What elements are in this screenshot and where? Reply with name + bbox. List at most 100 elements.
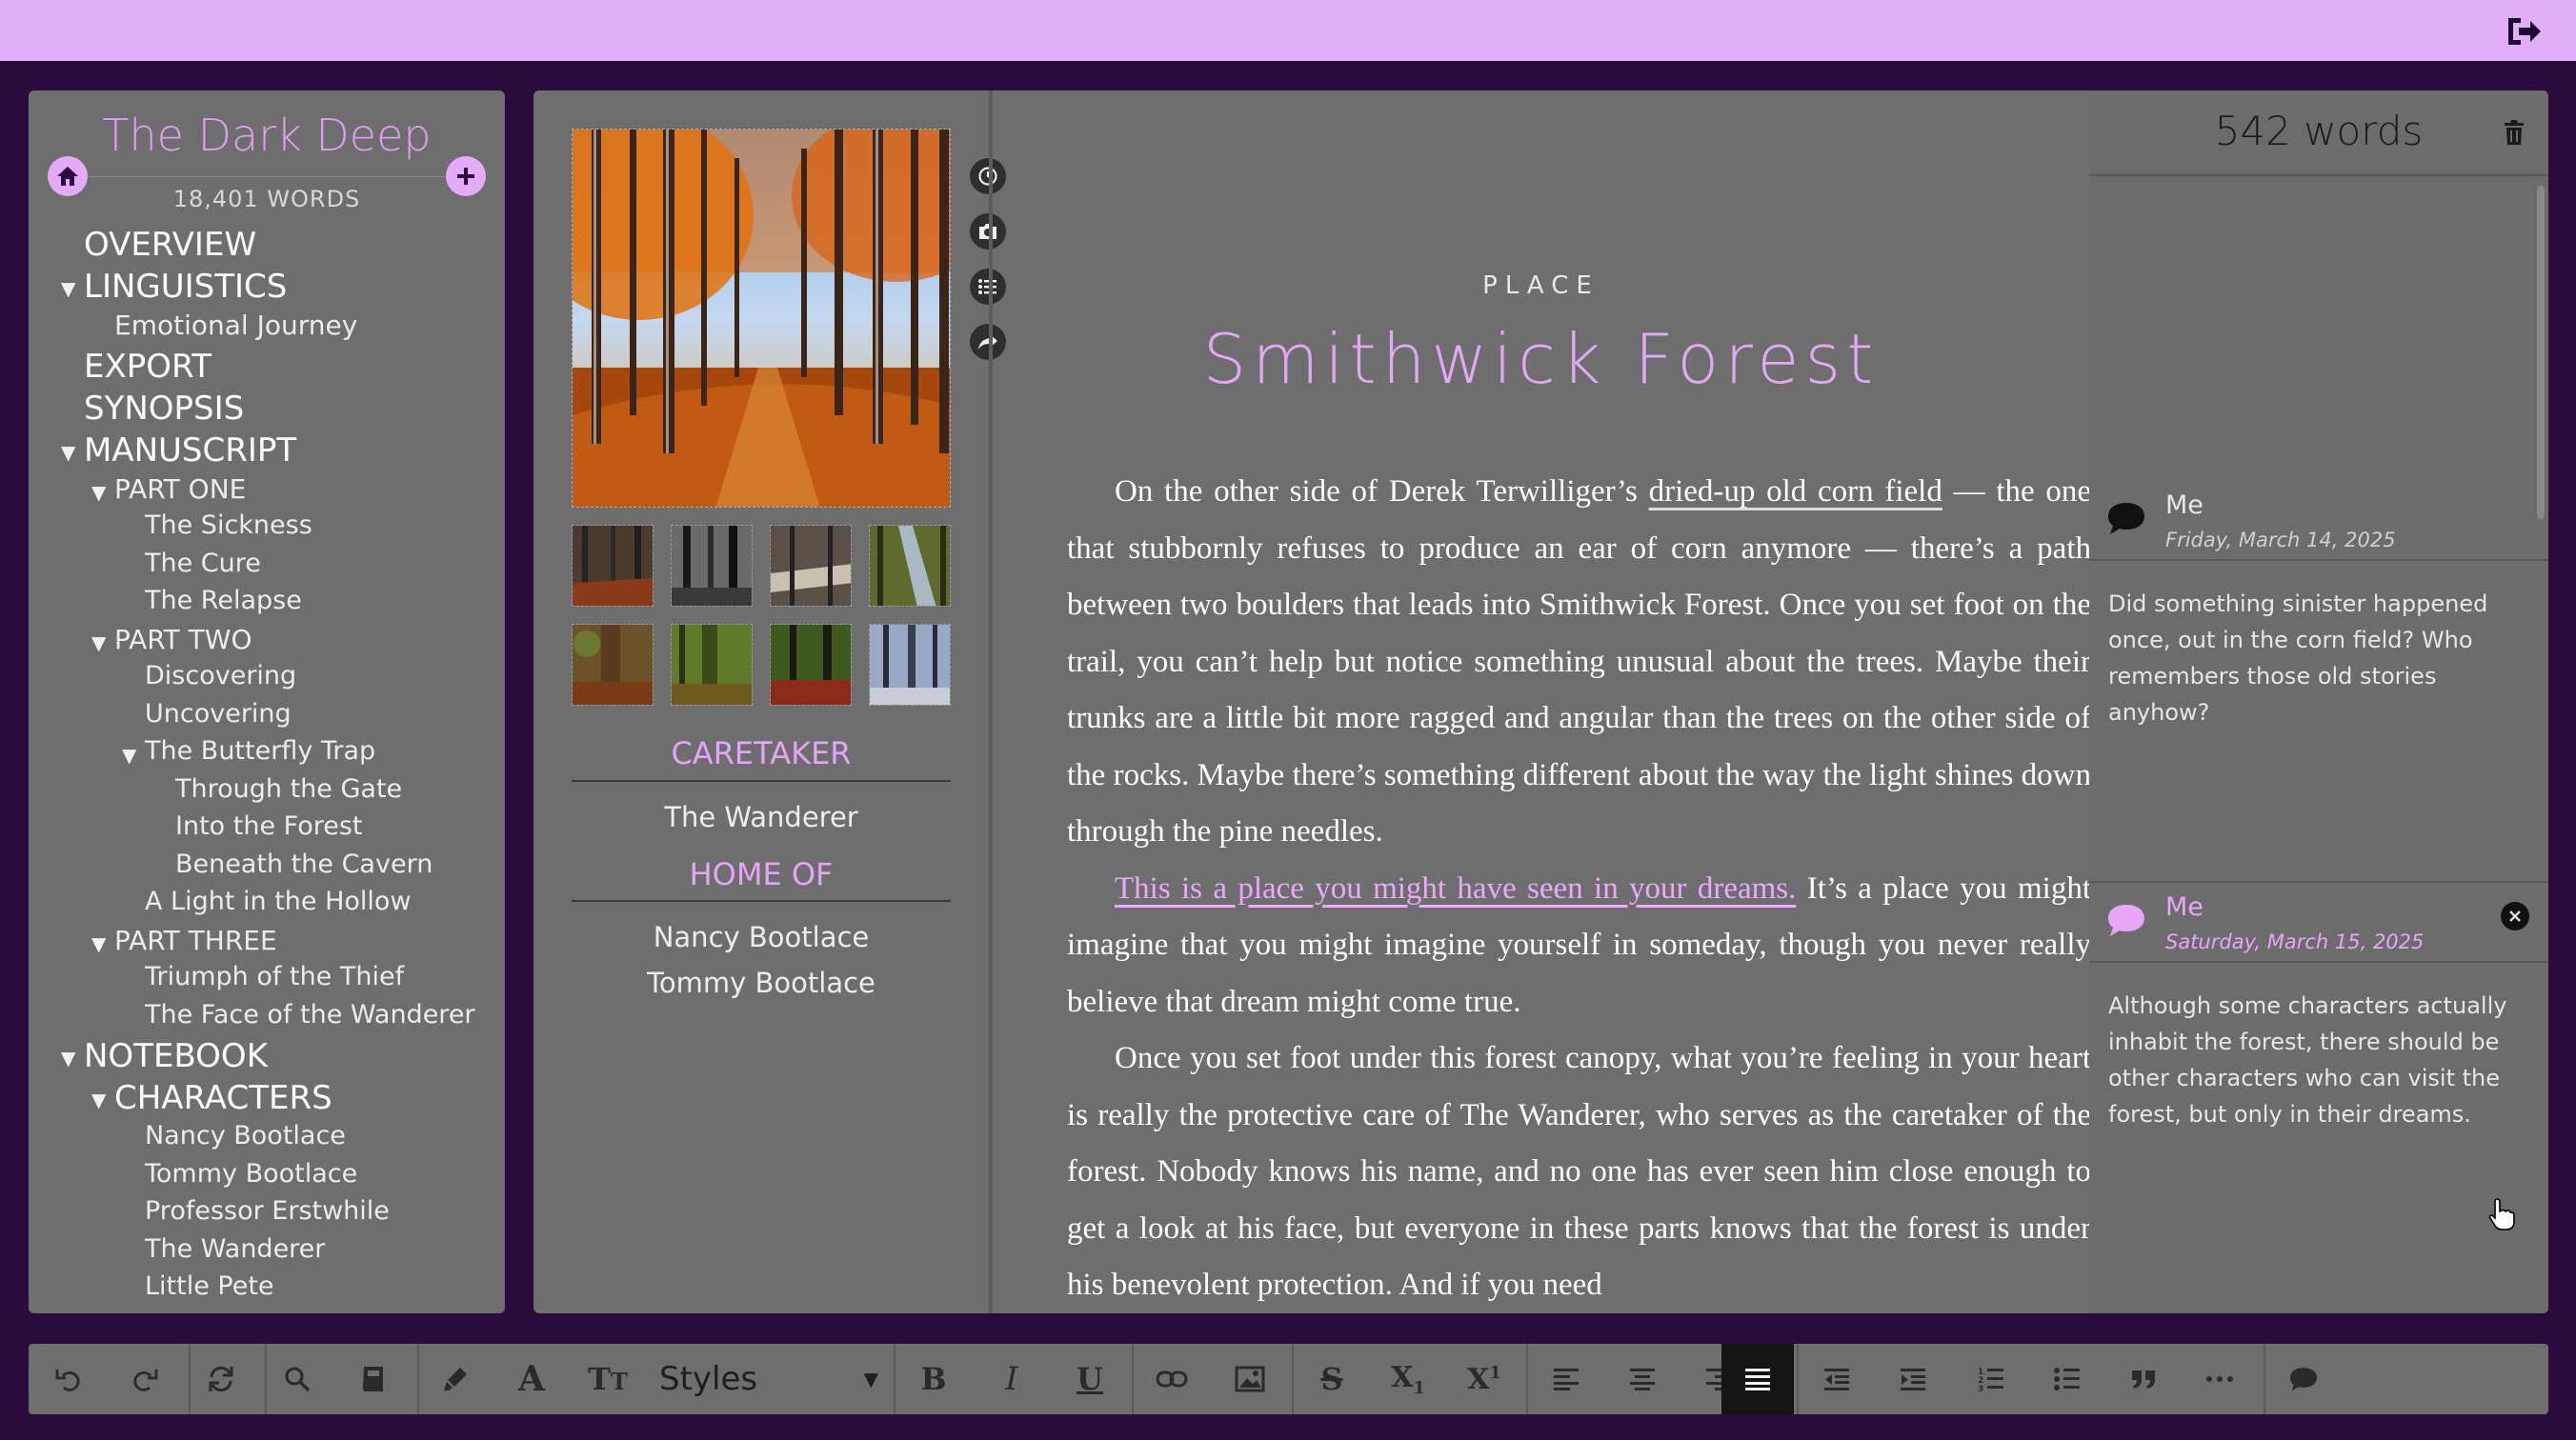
thumbnail-image[interactable] [671,525,753,607]
search-button[interactable] [269,1344,326,1414]
comment-button[interactable] [2267,1344,2340,1414]
tree-item[interactable]: ▼ LINGUISTICS [61,268,287,306]
tree-item[interactable]: ▼ MANUSCRIPT [61,431,296,470]
tree-item[interactable]: Little Pete [145,1271,274,1301]
underline-button[interactable]: U [1054,1344,1126,1414]
styles-dropdown[interactable]: Styles ▼ [650,1344,894,1414]
thumbnail-image[interactable] [869,624,951,706]
paragraph[interactable]: Once you set foot under this forest cano… [1067,1030,2091,1313]
close-icon[interactable] [2501,902,2529,930]
thumbnail-image[interactable] [869,525,951,607]
share-button[interactable] [970,324,1006,360]
blockquote-button[interactable] [2107,1344,2180,1414]
document-title[interactable]: Smithwick Forest [1029,319,2053,399]
expand-triangle-icon[interactable]: ▼ [61,1047,75,1070]
expand-triangle-icon[interactable]: ▼ [91,932,106,955]
tree-item[interactable]: The Sickness [145,510,312,540]
bullet-list-button[interactable] [2031,1344,2103,1414]
justify-button[interactable] [1721,1344,1794,1414]
tree-item[interactable]: Nancy Bootlace [145,1121,346,1150]
tree-item[interactable]: ▼ NOTEBOOK [61,1037,268,1075]
comment-header: Me Friday, March 14, 2025 [2089,481,2548,561]
thumbnail-image[interactable] [770,624,852,706]
outdent-button[interactable] [1801,1344,1873,1414]
tree-item[interactable]: ▼ PART ONE [91,473,246,505]
resident-link[interactable]: Tommy Bootlace [572,967,951,999]
comment-text[interactable]: Did something sinister happened once, ou… [2108,586,2527,730]
caretaker-link[interactable]: The Wanderer [572,801,951,833]
tree-item[interactable]: EXPORT [84,348,211,386]
camera-button[interactable] [970,213,1006,250]
expand-triangle-icon[interactable]: ▼ [91,481,106,504]
history-button[interactable] [970,158,1006,194]
sync-button[interactable] [192,1344,250,1414]
logout-icon[interactable] [2506,15,2544,48]
resident-link[interactable]: Nancy Bootlace [572,921,951,953]
more-button[interactable] [2184,1344,2256,1414]
tree-item[interactable]: The Cure [145,549,261,578]
expand-triangle-icon[interactable]: ▼ [122,744,136,767]
image-button[interactable] [1214,1344,1286,1414]
paragraph[interactable]: On the other side of Derek Terwilliger’s… [1067,464,2091,861]
paragraph[interactable]: This is a place you might have seen in y… [1067,861,2091,1031]
highlight-button[interactable] [421,1344,490,1414]
tree-item[interactable]: The Relapse [145,586,302,615]
tree-item-label: The Relapse [145,586,302,615]
undo-button[interactable] [40,1344,97,1414]
tree-item[interactable]: ▼ CHARACTERS [91,1079,332,1117]
align-left-button[interactable] [1530,1344,1602,1414]
thumbnail-image[interactable] [770,525,852,607]
comment-card[interactable]: Me Friday, March 14, 2025 Did something … [2089,481,2548,890]
tree-item[interactable]: Professor Erstwhile [145,1196,390,1226]
sync-icon [209,1366,233,1392]
featured-image[interactable] [572,129,951,508]
bold-button[interactable]: B [897,1344,970,1414]
tree-item[interactable]: Tommy Bootlace [145,1159,357,1189]
redo-button[interactable] [116,1344,173,1414]
list-button[interactable] [970,269,1006,305]
tree-item[interactable]: Through the Gate [175,774,402,804]
notebook-button[interactable] [345,1344,402,1414]
italic-button[interactable]: I [976,1344,1048,1414]
numbered-list-button[interactable]: 123 [1955,1344,2027,1414]
document-editor[interactable]: PLACE Smithwick Forest On the other side… [1029,90,2091,1313]
strikethrough-button[interactable]: S [1296,1344,1368,1414]
link-button[interactable] [1136,1344,1208,1414]
text-size-icon: TT [588,1361,628,1397]
align-center-button[interactable] [1606,1344,1679,1414]
tree-item[interactable]: Discovering [145,661,296,690]
thumbnail-image[interactable] [572,624,654,706]
expand-triangle-icon[interactable]: ▼ [61,441,75,464]
tree-item[interactable]: Uncovering [145,699,292,729]
commented-text[interactable]: dried-up old corn field [1649,474,1942,509]
thumbnail-image[interactable] [572,525,654,607]
tree-item[interactable]: A Light in the Hollow [145,887,412,916]
tree-item[interactable]: Into the Forest [175,811,363,841]
tree-item[interactable]: OVERVIEW [84,226,256,264]
tree-item[interactable]: Triumph of the Thief [145,962,404,991]
tree-item[interactable]: ▼ PART THREE [91,925,277,956]
tree-item[interactable]: The Face of the Wanderer [145,1000,475,1030]
thumbnail-image[interactable] [671,624,753,706]
expand-triangle-icon[interactable]: ▼ [91,631,106,654]
text-size-button[interactable]: TT [574,1344,642,1414]
tree-item[interactable]: SYNOPSIS [84,390,244,428]
commented-text-active[interactable]: This is a place you might have seen in y… [1115,871,1796,906]
tree-item[interactable]: Emotional Journey [114,310,357,341]
document-body[interactable]: On the other side of Derek Terwilliger’s… [1067,464,2091,1313]
trash-icon[interactable] [2503,119,2526,150]
comment-bubble-icon [2106,500,2146,540]
expand-triangle-icon[interactable]: ▼ [61,277,75,300]
comment-card-active[interactable]: Me Saturday, March 15, 2025 Although som… [2089,881,2548,1243]
tree-item[interactable]: The Wanderer [145,1234,325,1264]
indent-button[interactable] [1877,1344,1949,1414]
comment-text[interactable]: Although some characters actually inhabi… [2108,988,2527,1132]
superscript-button[interactable]: X1 [1448,1344,1520,1414]
expand-triangle-icon[interactable]: ▼ [91,1089,106,1111]
subscript-button[interactable]: X1 [1372,1344,1444,1414]
comments-scrollbar[interactable] [2537,186,2545,519]
tree-item[interactable]: ▼ PART TWO [91,624,252,655]
tree-item[interactable]: ▼ The Butterfly Trap [122,736,375,767]
tree-item[interactable]: Beneath the Cavern [175,850,433,879]
font-color-button[interactable]: A [497,1344,566,1414]
